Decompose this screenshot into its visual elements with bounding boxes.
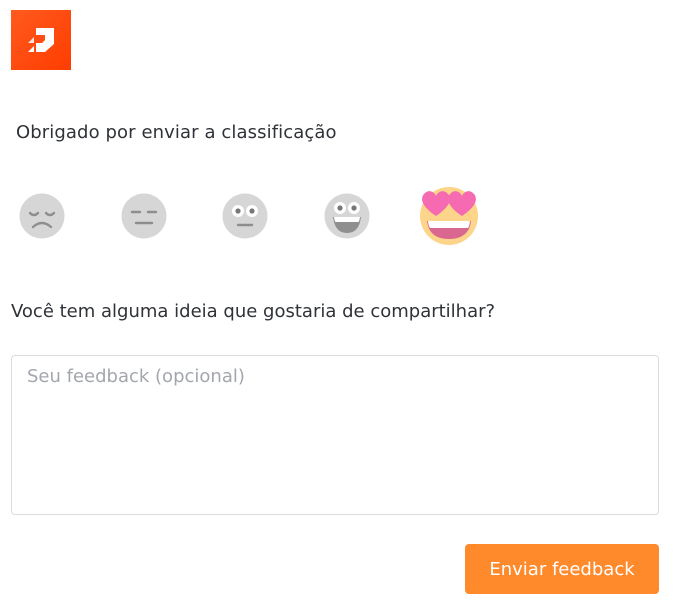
sad-face-icon <box>19 193 65 239</box>
brand-logo <box>11 10 71 70</box>
heart-eyes-face-icon <box>420 187 478 245</box>
rating-option-1[interactable] <box>19 193 65 239</box>
grinning-face-icon <box>324 193 370 239</box>
neutral-face-icon <box>222 193 268 239</box>
rating-row <box>0 180 675 250</box>
brand-logo-icon <box>28 28 54 52</box>
rating-thanks-text: Obrigado por enviar a classificação <box>16 122 337 143</box>
feedback-textarea[interactable] <box>11 355 659 515</box>
rating-option-5[interactable] <box>417 185 481 247</box>
unamused-face-icon <box>121 193 167 239</box>
rating-option-4[interactable] <box>324 193 370 239</box>
rating-option-2[interactable] <box>121 193 167 239</box>
rating-option-3[interactable] <box>222 193 268 239</box>
submit-feedback-button[interactable]: Enviar feedback <box>465 544 659 594</box>
feedback-question: Você tem alguma ideia que gostaria de co… <box>11 301 496 322</box>
